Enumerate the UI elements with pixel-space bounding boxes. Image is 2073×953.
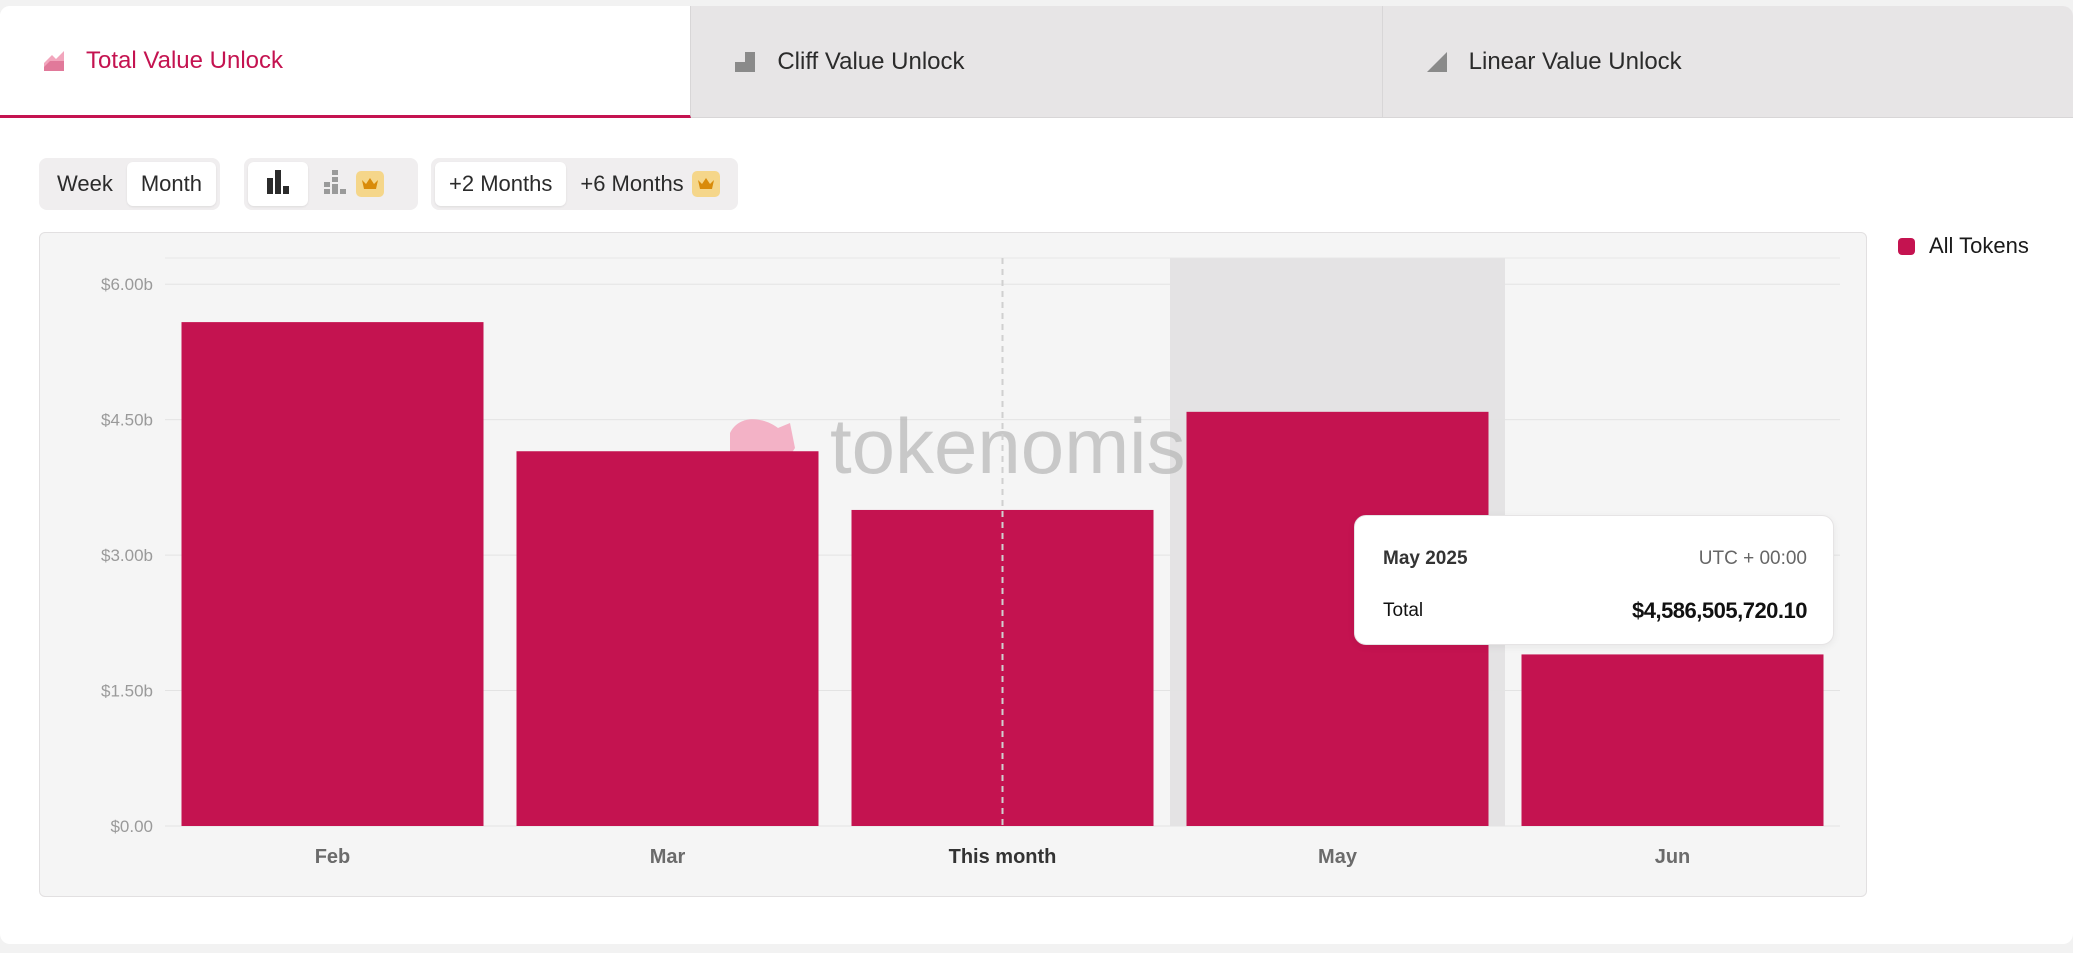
legend-label: All Tokens (1929, 233, 2029, 258)
crown-icon (356, 171, 384, 197)
two-months-button[interactable]: +2 Months (435, 162, 567, 206)
tab-cliff-value-unlock[interactable]: Cliff Value Unlock (691, 6, 1383, 118)
x-tick-label: Mar (650, 846, 686, 868)
tooltip-value: $4,586,505,720.10 (1631, 598, 1808, 623)
total-unlock-icon (42, 49, 66, 73)
y-tick-label: $0.00 (110, 817, 153, 836)
tab-label: Cliff Value Unlock (777, 47, 965, 75)
x-tick-label: Jun (1655, 846, 1691, 868)
x-tick-label: May (1318, 846, 1358, 868)
six-months-button[interactable]: +6 Months (566, 162, 733, 206)
y-tick-label: $1.50b (101, 682, 153, 701)
tab-linear-value-unlock[interactable]: Linear Value Unlock (1382, 6, 2073, 118)
tooltip-label: Total (1383, 600, 1424, 621)
month-button[interactable]: Month (126, 162, 216, 206)
bar-mar (516, 451, 819, 826)
chart-legend[interactable]: All Tokens (1898, 233, 2029, 259)
chart-tooltip: May 2025 UTC + 00:00 Total $4,586,505,72… (1354, 515, 1834, 645)
tab-label: Linear Value Unlock (1468, 47, 1682, 75)
bar-jun (1521, 654, 1824, 826)
stacked-bar-chart-icon (322, 168, 348, 200)
chart-type-toggle (244, 158, 418, 210)
bar-chart-button[interactable] (248, 162, 308, 206)
cliff-unlock-icon (733, 50, 757, 74)
range-toggle: +2 Months +6 Months (431, 158, 738, 210)
bar-chart-icon (265, 168, 291, 200)
stacked-bar-chart-button[interactable] (308, 162, 390, 206)
tooltip-timezone: UTC + 00:00 (1698, 548, 1807, 569)
linear-unlock-icon (1425, 50, 1449, 74)
tab-label: Total Value Unlock (86, 46, 283, 74)
x-tick-label: Feb (315, 846, 351, 868)
crown-icon (691, 171, 720, 197)
unlock-type-tabs: Total Value Unlock Cliff Value Unlock Li… (0, 6, 2073, 118)
y-tick-label: $3.00b (101, 546, 153, 565)
x-tick-label: This month (949, 846, 1057, 868)
legend-swatch (1898, 237, 1915, 255)
week-button[interactable]: Week (43, 162, 127, 206)
granularity-toggle: Week Month (39, 158, 220, 210)
watermark-logo-text: tokenomist (830, 402, 1207, 490)
y-tick-label: $6.00b (101, 275, 153, 294)
bar-feb (181, 322, 484, 826)
tooltip-title: May 2025 (1383, 548, 1468, 569)
tab-total-value-unlock[interactable]: Total Value Unlock (0, 6, 692, 118)
y-tick-label: $4.50b (101, 411, 153, 430)
six-months-label: +6 Months (580, 171, 684, 196)
